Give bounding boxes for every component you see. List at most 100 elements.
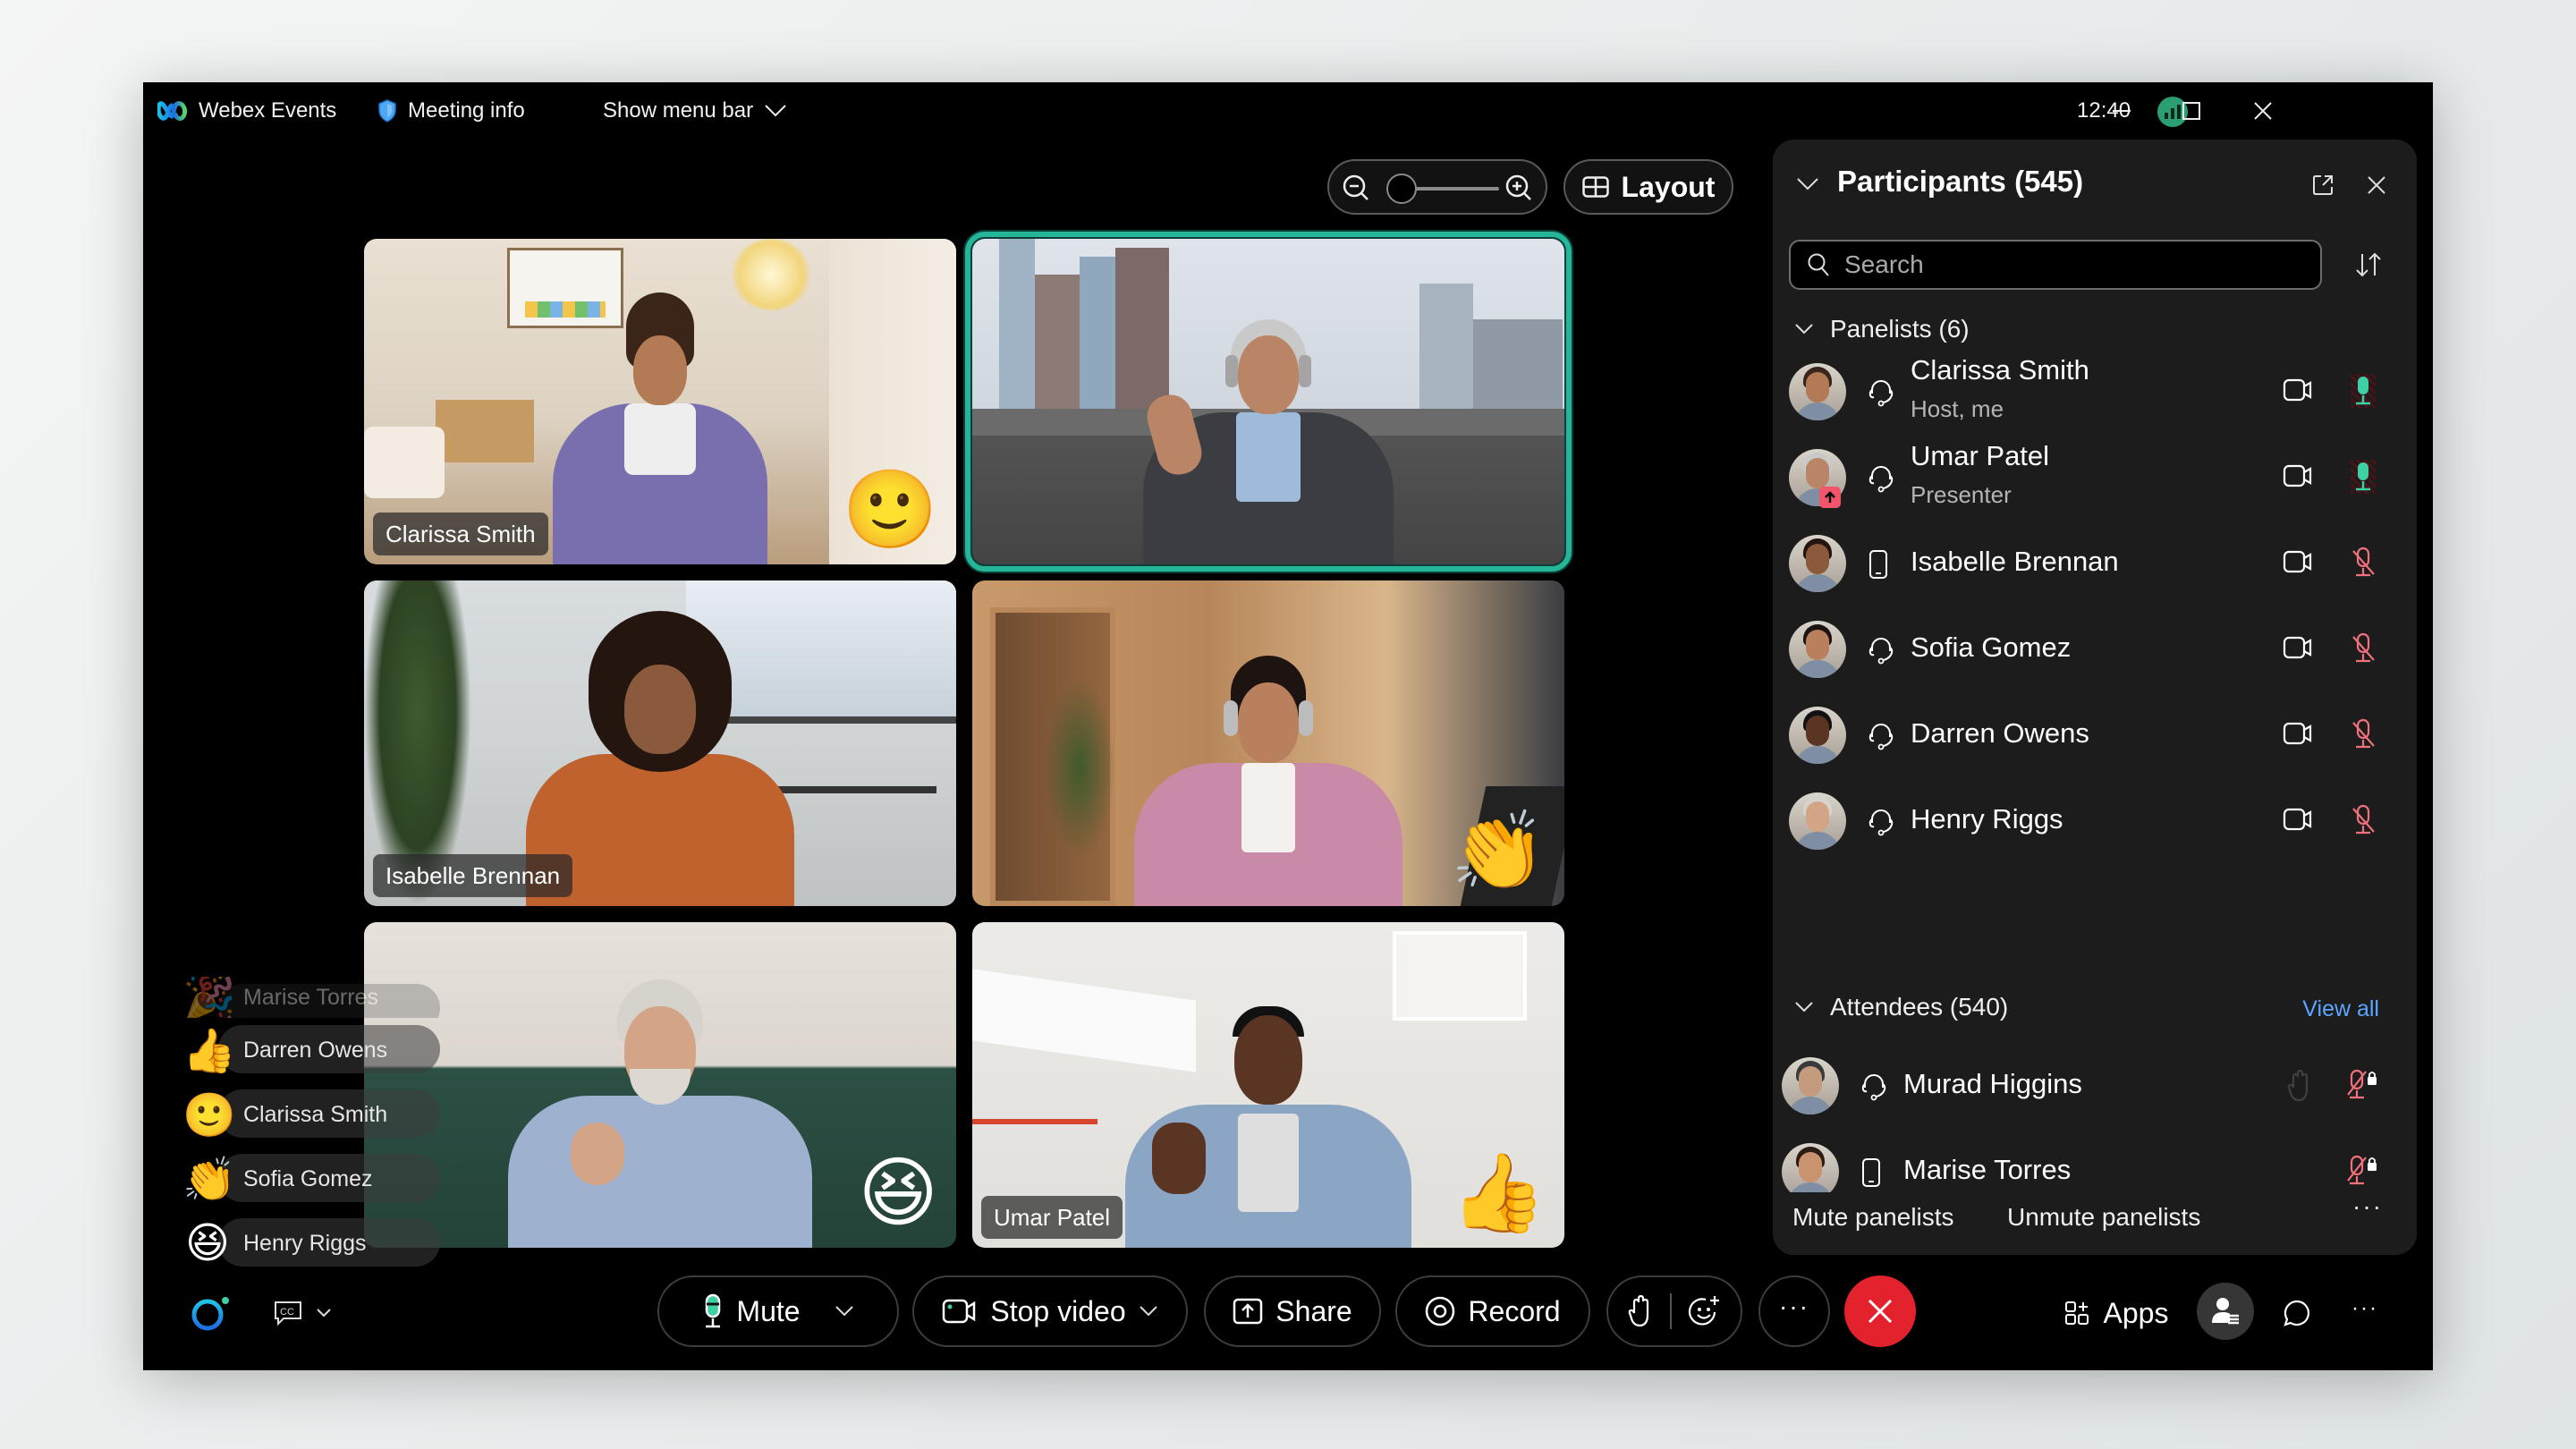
panelist-row[interactable]: Henry Riggs bbox=[1773, 778, 2417, 864]
layout-label: Layout bbox=[1621, 170, 1716, 203]
tile-name-text: Clarissa Smith bbox=[386, 520, 536, 547]
participant-name: Clarissa Smith bbox=[1911, 354, 2089, 386]
panelist-row[interactable]: Umar Patel Presenter bbox=[1773, 435, 2417, 521]
microphone-speaking-icon[interactable] bbox=[2347, 460, 2379, 494]
microphone-muted-icon[interactable] bbox=[2347, 631, 2379, 665]
closed-captions-icon: CC bbox=[275, 1301, 301, 1326]
more-dots-icon: ··· bbox=[2351, 1296, 2378, 1320]
attendees-section-toggle[interactable]: Attendees (540) bbox=[1794, 993, 2008, 1021]
attendee-row[interactable]: Murad Higgins bbox=[1773, 1043, 2417, 1129]
video-tile[interactable]: Umar Patel 👍 bbox=[972, 922, 1564, 1248]
avatar bbox=[1789, 363, 1846, 420]
close-panel-icon[interactable] bbox=[2367, 175, 2386, 195]
video-tile[interactable]: Clarissa Smith 🙂 bbox=[364, 239, 956, 564]
participant-name: Isabelle Brennan bbox=[1911, 546, 2119, 577]
chevron-down-icon[interactable] bbox=[835, 1305, 854, 1318]
video-camera-icon[interactable] bbox=[2283, 549, 2313, 574]
more-options-icon[interactable]: ··· bbox=[2352, 1192, 2383, 1221]
tile-name-label: Umar Patel bbox=[981, 1196, 1123, 1239]
connection-device bbox=[1868, 635, 1894, 665]
smile-icon: 🙂 bbox=[182, 1091, 236, 1140]
title-bar: Webex Events Meeting info Show menu bar … bbox=[143, 82, 2433, 140]
participant-name: Sofia Gomez bbox=[1911, 631, 2072, 663]
stop-video-button[interactable]: Stop video bbox=[912, 1275, 1188, 1347]
microphone-muted-locked-icon[interactable] bbox=[2345, 1154, 2379, 1188]
more-options-button[interactable]: ··· bbox=[1758, 1275, 1830, 1347]
video-tile[interactable]: 👏 bbox=[972, 580, 1564, 906]
video-tile[interactable]: 😆 bbox=[364, 922, 956, 1248]
more-dots-icon: ··· bbox=[1779, 1292, 1809, 1320]
closed-captions-button[interactable]: CC bbox=[268, 1299, 336, 1327]
microphone-speaking-icon[interactable] bbox=[2347, 374, 2379, 408]
minimize-button[interactable] bbox=[2104, 95, 2140, 127]
collapse-chevron-icon[interactable] bbox=[1796, 177, 1819, 191]
video-camera-icon[interactable] bbox=[2283, 635, 2313, 660]
chat-button[interactable] bbox=[2279, 1295, 2315, 1331]
microphone-muted-icon[interactable] bbox=[2347, 717, 2379, 751]
headset-icon bbox=[1868, 380, 1894, 407]
share-button[interactable]: Share bbox=[1204, 1275, 1381, 1347]
chevron-down-icon bbox=[765, 105, 786, 117]
more-actions-button[interactable]: ··· bbox=[2347, 1295, 2383, 1331]
record-button[interactable]: Record bbox=[1395, 1275, 1590, 1347]
video-camera-icon[interactable] bbox=[2283, 377, 2313, 402]
panelists-section-toggle[interactable]: Panelists (6) bbox=[1794, 315, 1970, 343]
zoom-slider-handle[interactable] bbox=[1386, 174, 1417, 204]
maximize-button[interactable] bbox=[2174, 95, 2209, 127]
audio-status bbox=[2347, 546, 2379, 578]
panelist-row[interactable]: Sofia Gomez bbox=[1773, 606, 2417, 692]
reaction-sender: Marise Torres bbox=[243, 984, 378, 1010]
panelist-row[interactable]: Darren Owens bbox=[1773, 692, 2417, 778]
participants-list-icon bbox=[2212, 1298, 2239, 1325]
apps-button[interactable]: Apps bbox=[2054, 1293, 2179, 1333]
meeting-info-button[interactable]: Meeting info bbox=[377, 82, 525, 140]
leave-meeting-button[interactable] bbox=[1844, 1275, 1916, 1347]
layout-button[interactable]: Layout bbox=[1563, 159, 1733, 215]
unmute-panelists-button[interactable]: Unmute panelists bbox=[2007, 1203, 2200, 1232]
microphone-muted-icon[interactable] bbox=[2347, 803, 2379, 837]
zoom-slider-track[interactable] bbox=[1410, 187, 1499, 191]
reaction-smile-icon: 🙂 bbox=[842, 467, 938, 553]
participant-role: Host, me bbox=[1911, 395, 2004, 422]
connection-device bbox=[1868, 721, 1894, 751]
microphone-muted-icon[interactable] bbox=[2347, 546, 2379, 580]
add-reaction-icon[interactable] bbox=[1688, 1294, 1722, 1328]
webex-logo-icon bbox=[157, 101, 187, 121]
phone-icon bbox=[1862, 1158, 1880, 1187]
webex-assistant-icon[interactable] bbox=[190, 1293, 234, 1333]
zoom-in-icon[interactable] bbox=[1504, 174, 1533, 202]
chevron-down-icon bbox=[1795, 324, 1813, 335]
audio-status bbox=[2345, 1068, 2377, 1100]
video-tile[interactable]: Isabelle Brennan bbox=[364, 580, 956, 906]
microphone-muted-locked-icon[interactable] bbox=[2345, 1068, 2379, 1102]
panelist-row[interactable]: Isabelle Brennan bbox=[1773, 521, 2417, 606]
close-window-button[interactable] bbox=[2245, 95, 2281, 127]
show-menu-bar-button[interactable]: Show menu bar bbox=[603, 82, 787, 140]
participants-toggle-button[interactable] bbox=[2197, 1283, 2254, 1340]
view-all-link[interactable]: View all bbox=[2302, 996, 2379, 1022]
video-camera-icon[interactable] bbox=[2283, 807, 2313, 832]
video-camera-icon[interactable] bbox=[2283, 463, 2313, 488]
reactions-group bbox=[1606, 1275, 1742, 1347]
participant-name: Umar Patel bbox=[1911, 440, 2050, 471]
mute-button[interactable]: Mute bbox=[657, 1275, 899, 1347]
clap-icon: 👏 bbox=[182, 1156, 236, 1204]
participant-search-field[interactable] bbox=[1789, 240, 2322, 290]
reaction-thumbs-up-icon: 👍 bbox=[1450, 1150, 1546, 1236]
mute-label: Mute bbox=[736, 1294, 801, 1327]
zoom-out-icon[interactable] bbox=[1342, 174, 1370, 202]
attendees-label: Attendees (540) bbox=[1830, 993, 2009, 1021]
video-camera-icon[interactable] bbox=[2283, 721, 2313, 746]
pop-out-icon[interactable] bbox=[2311, 174, 2334, 197]
video-tile-active-speaker[interactable] bbox=[965, 232, 1572, 572]
search-input[interactable] bbox=[1844, 250, 2292, 279]
mute-panelists-button[interactable]: Mute panelists bbox=[1792, 1203, 1954, 1232]
raise-hand-icon[interactable] bbox=[1627, 1295, 1654, 1327]
reaction-item: 😆 Henry Riggs bbox=[182, 1211, 451, 1275]
chevron-down-icon[interactable] bbox=[1139, 1305, 1158, 1318]
headset-icon bbox=[1868, 638, 1894, 665]
panelist-row[interactable]: Clarissa Smith Host, me bbox=[1773, 349, 2417, 435]
sort-icon[interactable] bbox=[2354, 250, 2383, 279]
avatar bbox=[1789, 535, 1846, 592]
participants-footer: Mute panelists Unmute panelists ··· bbox=[1773, 1192, 2417, 1255]
